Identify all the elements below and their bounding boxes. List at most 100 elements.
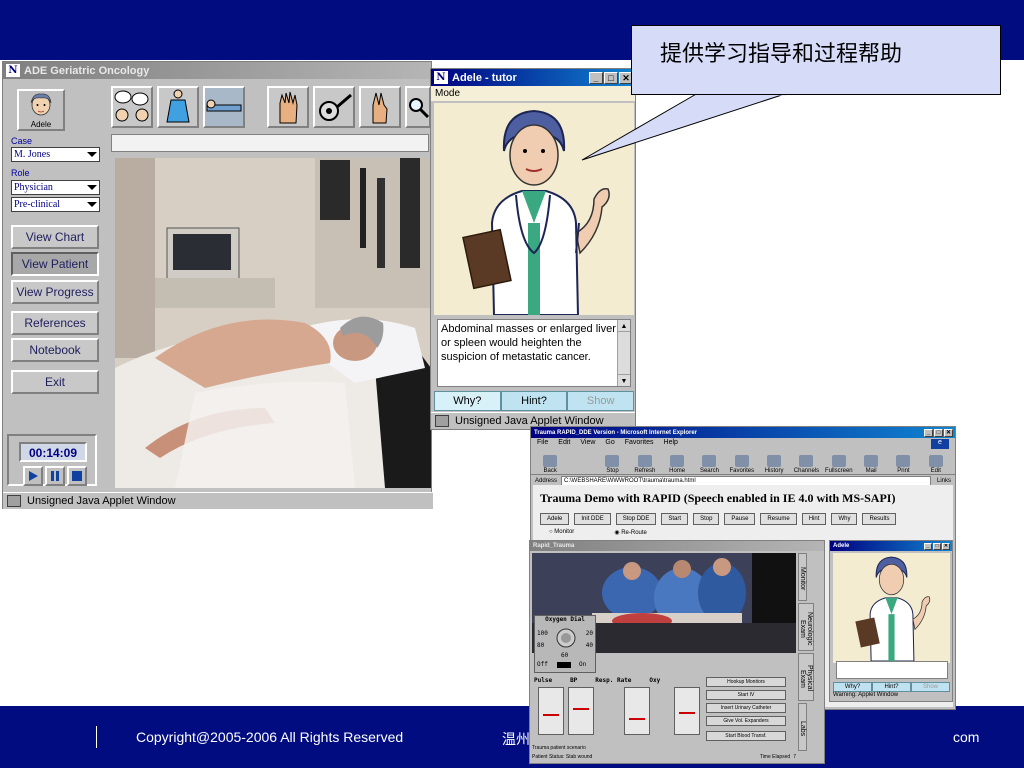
scroll-down-icon[interactable]: ▼	[618, 374, 630, 386]
conversation-icon	[114, 90, 149, 122]
close-button[interactable]: ✕	[944, 428, 953, 437]
dialogue-tool-button[interactable]	[111, 86, 153, 128]
magnify-tool-button[interactable]	[405, 86, 431, 128]
stethoscope-icon	[319, 93, 352, 121]
hint-button[interactable]: Hint?	[500, 391, 568, 411]
notebook-button[interactable]: Notebook	[11, 338, 99, 362]
pause-icon	[51, 471, 59, 481]
stage-select[interactable]: Pre-clinical	[11, 197, 100, 212]
adele-small-button-row: Why? Hint? Show	[833, 682, 950, 692]
oxygen-dial-knob[interactable]	[555, 626, 577, 650]
demo-hint-button[interactable]: Hint	[801, 513, 827, 525]
ie-channels-button[interactable]: Channels	[791, 450, 821, 474]
adele-small-message-box[interactable]	[836, 661, 948, 679]
role-select[interactable]: Physician	[11, 180, 100, 195]
show-button[interactable]: Show	[567, 391, 635, 411]
ie-titlebar[interactable]: Trauma RAPID_DDE Version - Microsoft Int…	[531, 427, 955, 438]
menu-go[interactable]: Go	[605, 439, 614, 448]
maximize-button[interactable]: □	[934, 428, 943, 437]
ie-back-button[interactable]: Back	[535, 450, 565, 474]
ie-mail-button[interactable]: Mail	[856, 450, 886, 474]
exit-button[interactable]: Exit	[11, 370, 99, 394]
why-button[interactable]: Why?	[434, 391, 501, 411]
ie-fullscreen-button[interactable]: Fullscreen	[824, 450, 854, 474]
reroute-radio[interactable]: ◉ Re-Route	[614, 529, 647, 536]
hookup-monitors-button[interactable]: Hookup Monitors	[706, 677, 786, 687]
menu-file[interactable]: File	[537, 439, 548, 448]
small-hint-button[interactable]: Hint?	[872, 682, 911, 692]
start-blood-transf-button[interactable]: Start Blood Transf.	[706, 731, 786, 741]
demo-why-button[interactable]: Why	[831, 513, 858, 525]
demo-results-button[interactable]: Results	[862, 513, 897, 525]
minimize-button[interactable]: _	[589, 71, 603, 84]
view-chart-button[interactable]: View Chart	[11, 225, 99, 249]
maximize-button[interactable]: □	[933, 542, 941, 550]
stethoscope-tool-button[interactable]	[313, 86, 355, 128]
dial-tick-60: 60	[561, 652, 569, 659]
ie-tool-label: History	[764, 467, 784, 474]
dial-switch[interactable]	[557, 662, 571, 668]
doctor-character-image	[855, 556, 931, 662]
menu-help[interactable]: Help	[664, 439, 678, 448]
ie-favorites-button[interactable]: Favorites	[727, 450, 757, 474]
ie-refresh-button[interactable]: Refresh	[630, 450, 660, 474]
inspect-standing-tool-button[interactable]	[157, 86, 199, 128]
palpate-tool-button[interactable]	[267, 86, 309, 128]
demo-resume-button[interactable]: Resume	[760, 513, 797, 525]
small-why-button[interactable]: Why?	[833, 682, 872, 692]
menu-favorites[interactable]: Favorites	[625, 439, 654, 448]
tab-neurologic-exam[interactable]: Neurologic Exam	[798, 603, 814, 651]
dial-tick-100: 100	[537, 630, 548, 637]
tab-monitor[interactable]: Monitor	[798, 553, 807, 601]
demo-stop-dde-button[interactable]: Stop DDE	[615, 513, 657, 525]
menu-edit[interactable]: Edit	[558, 439, 570, 448]
close-button[interactable]: ✕	[942, 542, 950, 550]
ie-edit-button[interactable]: Edit	[921, 450, 951, 474]
tab-physical-exam[interactable]: Physical Exam	[798, 653, 814, 701]
links-label[interactable]: Links	[937, 478, 951, 484]
ie-home-button[interactable]: Home	[662, 450, 692, 474]
magnifier-icon	[409, 98, 429, 118]
adele-small-status: Warning: Applet Window	[833, 692, 899, 698]
ade-titlebar[interactable]: N ADE Geriatric Oncology	[3, 62, 431, 79]
tutor-titlebar[interactable]: N Adele - tutor _ □ ✕	[431, 69, 635, 86]
stop-button[interactable]	[67, 466, 87, 486]
edit-icon	[928, 454, 943, 467]
pause-button[interactable]	[45, 466, 65, 486]
demo-pause-button[interactable]: Pause	[724, 513, 756, 525]
menu-view[interactable]: View	[580, 439, 595, 448]
small-show-button[interactable]: Show	[911, 682, 950, 692]
insert-catheter-button[interactable]: Insert Urinary Catheter	[706, 703, 786, 713]
maximize-button[interactable]: □	[604, 71, 618, 84]
tutor-message-box[interactable]: Abdominal masses or enlarged liver or sp…	[437, 319, 631, 387]
exam-toolbar	[107, 82, 431, 130]
adele-small-titlebar[interactable]: Adele _ □ ✕	[830, 541, 952, 551]
scroll-up-icon[interactable]: ▲	[618, 320, 630, 332]
percussion-tool-button[interactable]	[359, 86, 401, 128]
ie-print-button[interactable]: Print	[888, 450, 918, 474]
ie-history-button[interactable]: History	[759, 450, 789, 474]
tutor-scrollbar[interactable]: ▲ ▼	[617, 320, 630, 386]
demo-start-button[interactable]: Start	[661, 513, 689, 525]
monitor-radio[interactable]: ○ Monitor	[549, 529, 574, 536]
case-select[interactable]: M. Jones	[11, 147, 100, 162]
lying-patient-tool-button[interactable]	[203, 86, 245, 128]
minimize-button[interactable]: _	[924, 428, 933, 437]
references-button[interactable]: References	[11, 311, 99, 335]
ie-search-button[interactable]: Search	[694, 450, 724, 474]
demo-stop-button[interactable]: Stop	[693, 513, 720, 525]
tab-labs[interactable]: Labs	[798, 703, 807, 751]
ie-stop-button[interactable]: Stop	[597, 450, 627, 474]
play-button[interactable]	[23, 466, 43, 486]
minimize-button[interactable]: _	[924, 542, 932, 550]
start-iv-button[interactable]: Start IV	[706, 690, 786, 700]
patient-photo[interactable]	[115, 158, 431, 488]
view-progress-button[interactable]: View Progress	[11, 280, 99, 304]
demo-init-dde-button[interactable]: Init DDE	[574, 513, 611, 525]
mail-icon	[864, 454, 879, 467]
give-vol-expanders-button[interactable]: Give Vol. Expanders	[706, 716, 786, 726]
adele-avatar[interactable]: Adele	[17, 89, 65, 131]
view-patient-button[interactable]: View Patient	[11, 252, 99, 276]
trauma-titlebar[interactable]: Rapid_Trauma	[530, 541, 824, 551]
demo-adele-button[interactable]: Adele	[540, 513, 570, 525]
